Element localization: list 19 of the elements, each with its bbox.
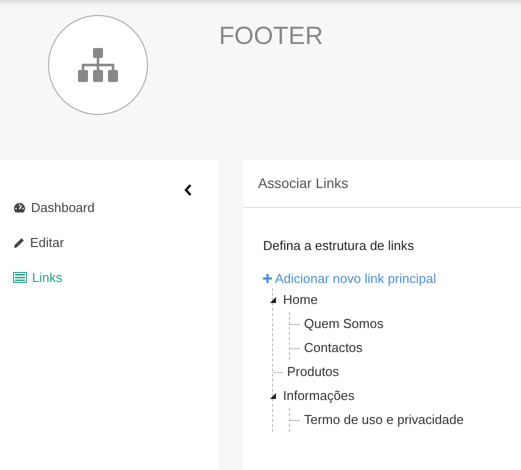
tree-item[interactable]: Produtos xyxy=(287,362,340,382)
sidebar-item[interactable]: Editar xyxy=(13,225,218,260)
tree-item[interactable]: Termo de uso e privacidade xyxy=(304,410,464,430)
tree-item[interactable]: Quem Somos xyxy=(304,314,384,334)
sitemap-icon xyxy=(78,48,118,82)
tree-item[interactable]: Informações xyxy=(283,386,355,406)
expand-toggle-icon[interactable] xyxy=(270,393,276,399)
sidebar-item[interactable]: Dashboard xyxy=(13,190,218,225)
tree-item[interactable]: Contactos xyxy=(304,338,363,358)
pencil-icon xyxy=(13,236,25,248)
list-icon xyxy=(13,272,27,283)
panel-title: Associar Links xyxy=(258,174,348,193)
collapse-chevron-icon[interactable] xyxy=(184,184,192,196)
gauge-icon xyxy=(13,202,26,214)
description-text: Defina a estrutura de links xyxy=(263,237,414,255)
page-title: FOOTER xyxy=(219,21,324,52)
expand-toggle-icon[interactable] xyxy=(270,297,276,303)
tree-item[interactable]: Home xyxy=(283,290,318,310)
plus-icon xyxy=(263,274,272,283)
